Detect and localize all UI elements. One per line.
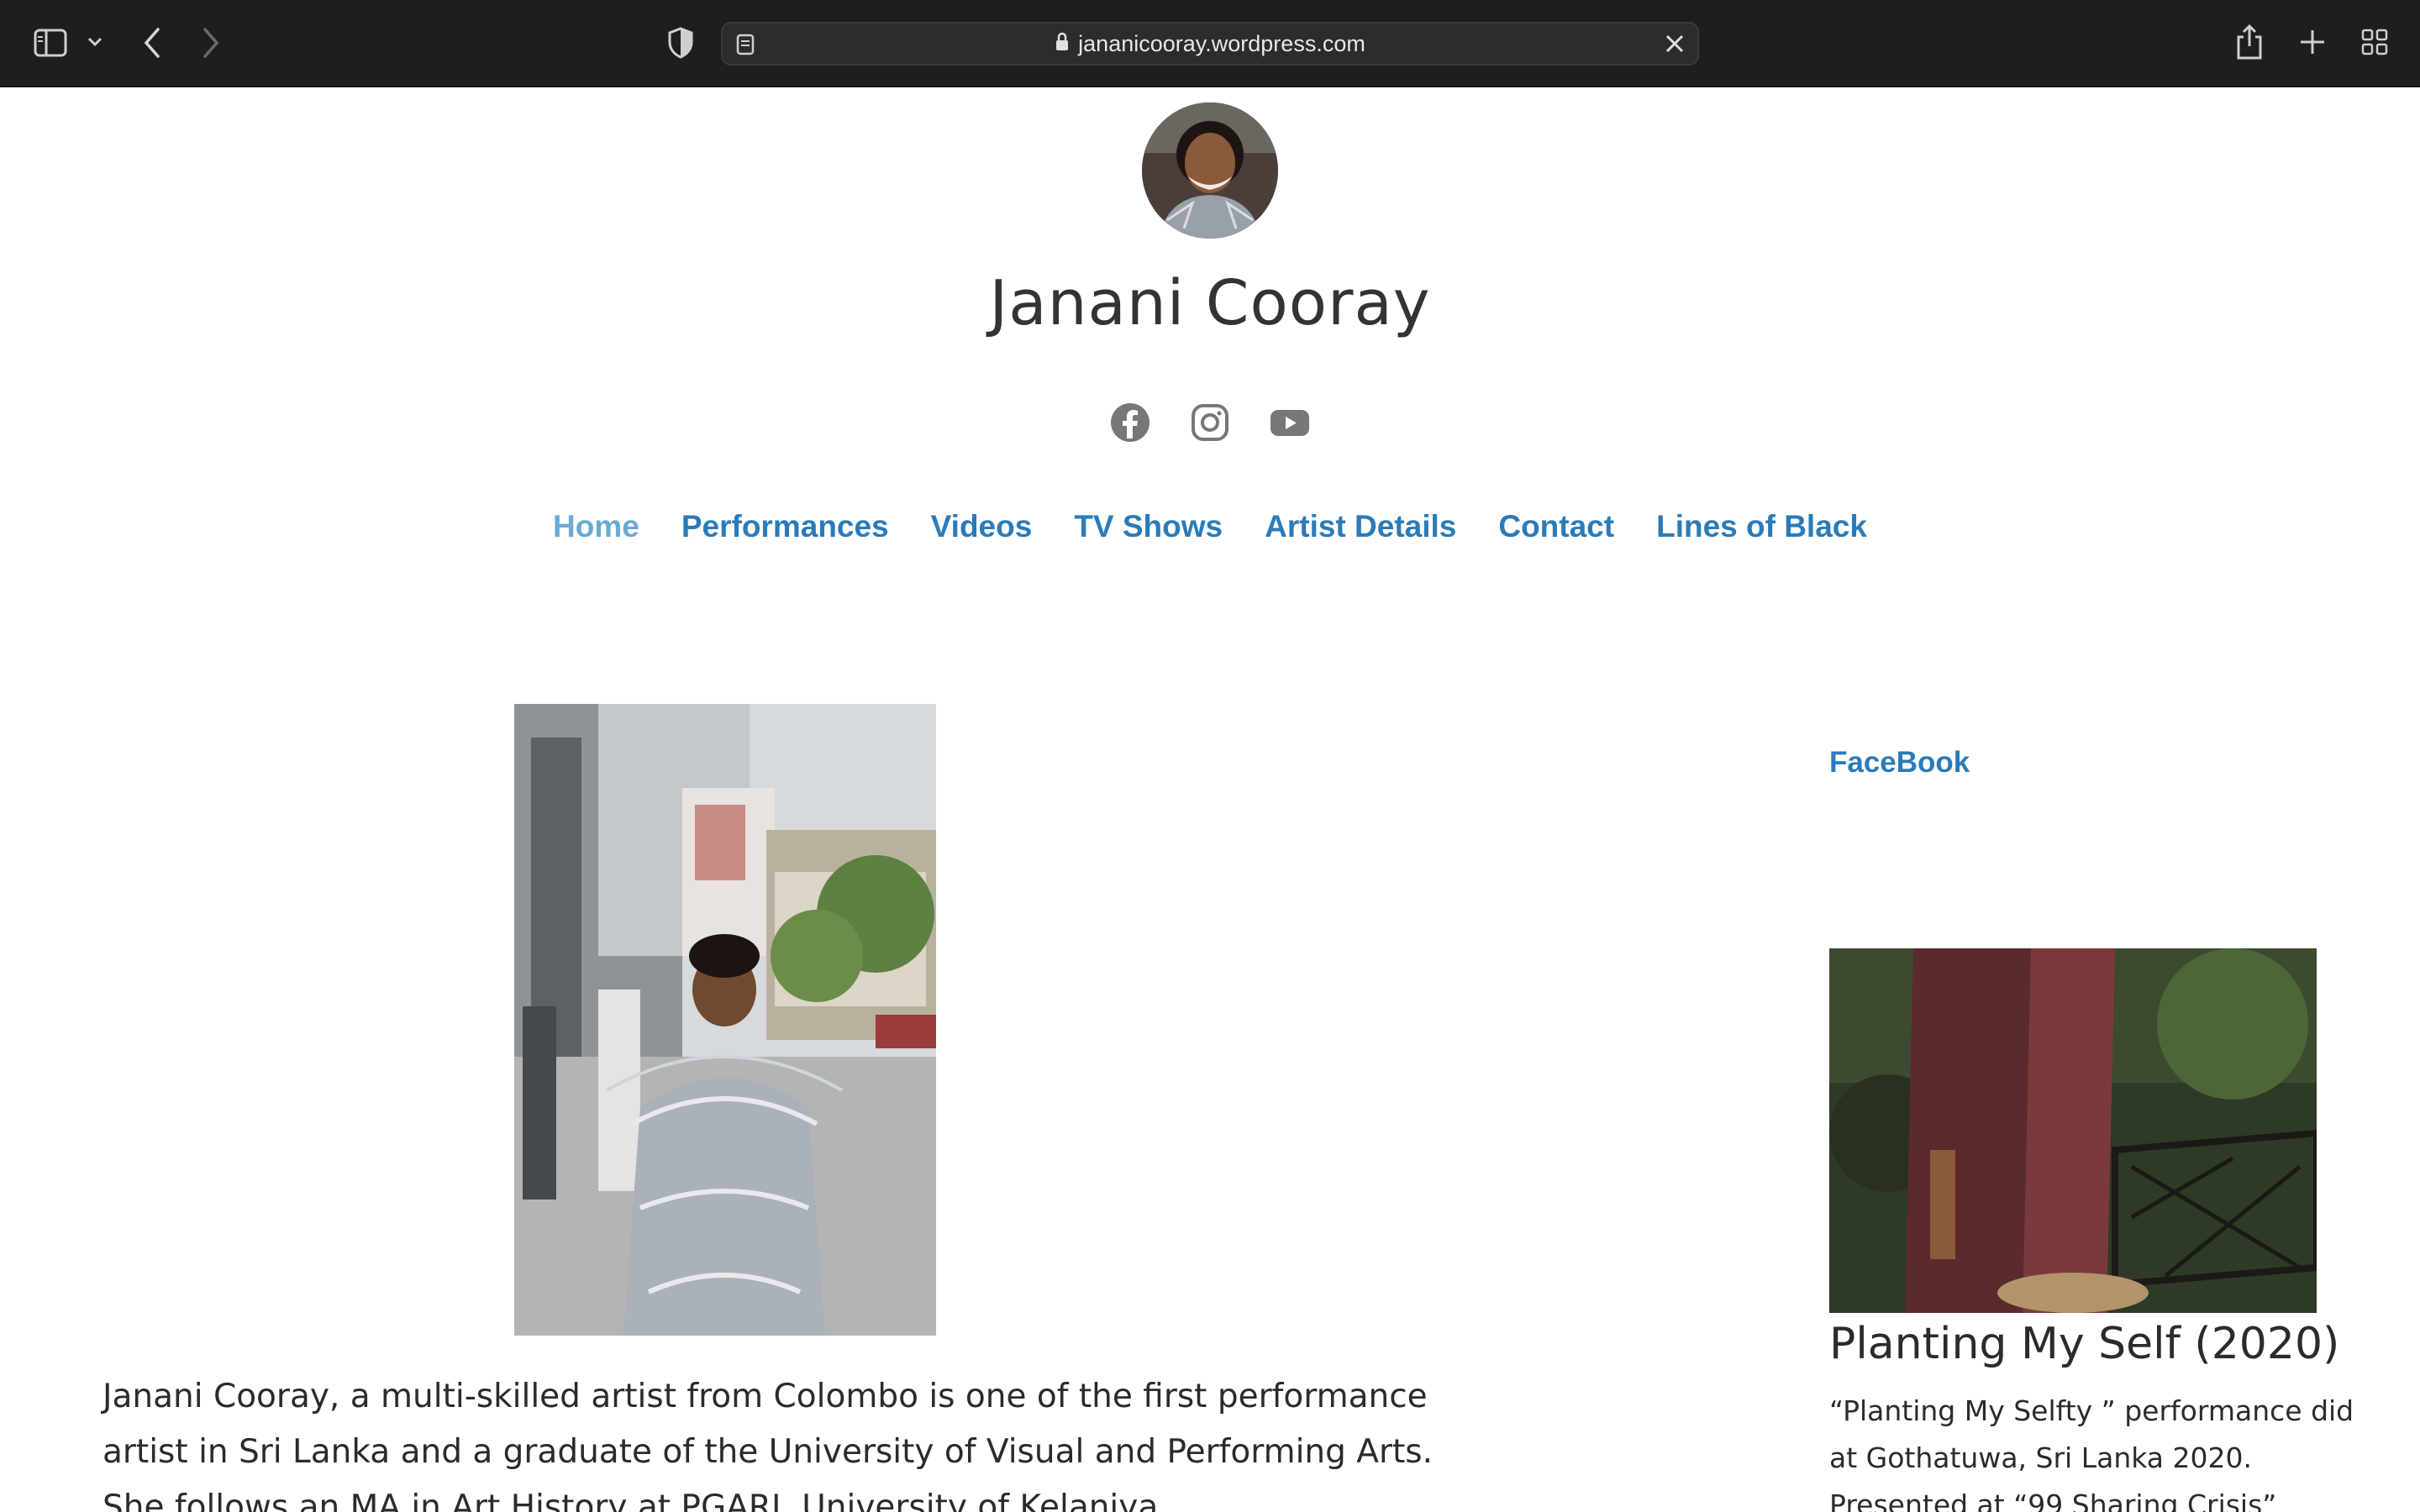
facebook-widget-link[interactable]: FaceBook bbox=[1829, 746, 1970, 780]
post-thumbnail[interactable] bbox=[1829, 948, 2317, 1313]
share-icon[interactable] bbox=[2235, 24, 2264, 60]
nav-item-lines-of-black[interactable]: Lines of Black bbox=[1656, 509, 1867, 544]
instagram-icon[interactable] bbox=[1189, 402, 1231, 444]
address-bar[interactable]: jananicooray.wordpress.com bbox=[721, 22, 1699, 66]
url-text: jananicooray.wordpress.com bbox=[1078, 30, 1365, 56]
tab-overview-icon[interactable] bbox=[2361, 29, 2388, 55]
hero-photo[interactable] bbox=[514, 704, 936, 1336]
nav-item-home[interactable]: Home bbox=[553, 509, 639, 544]
browser-toolbar: jananicooray.wordpress.com bbox=[0, 0, 2420, 87]
site-avatar[interactable] bbox=[1142, 102, 1278, 239]
social-links bbox=[1109, 402, 1311, 444]
nav-item-tv-shows[interactable]: TV Shows bbox=[1074, 509, 1223, 544]
back-icon[interactable] bbox=[143, 27, 161, 59]
post-title[interactable]: Planting My Self (2020) bbox=[1829, 1319, 2339, 1369]
new-tab-icon[interactable] bbox=[2299, 29, 2326, 55]
excerpt-line: Presented at “99 Sharing Crisis” bbox=[1829, 1488, 2277, 1512]
nav-item-performances[interactable]: Performances bbox=[681, 509, 889, 544]
nav-item-videos[interactable]: Videos bbox=[931, 509, 1033, 544]
chevron-down-icon[interactable] bbox=[87, 37, 103, 47]
close-icon[interactable] bbox=[1664, 33, 1686, 59]
intro-line: Janani Cooray, a multi-skilled artist fr… bbox=[103, 1378, 1428, 1415]
site-title[interactable]: Janani Cooray bbox=[0, 267, 2420, 339]
facebook-icon[interactable] bbox=[1109, 402, 1151, 444]
intro-text: Janani Cooray, a multi-skilled artist fr… bbox=[103, 1369, 1434, 1512]
nav-item-artist-details[interactable]: Artist Details bbox=[1265, 509, 1456, 544]
nav-item-contact[interactable]: Contact bbox=[1498, 509, 1614, 544]
privacy-shield-icon[interactable] bbox=[667, 27, 694, 59]
intro-line: artist in Sri Lanka and a graduate of th… bbox=[103, 1433, 1434, 1471]
intro-line: She follows an MA in Art History at PGAR… bbox=[103, 1488, 1169, 1512]
forward-icon[interactable] bbox=[202, 27, 220, 59]
youtube-icon[interactable] bbox=[1269, 402, 1311, 444]
excerpt-line: at Gothatuwa, Sri Lanka 2020. bbox=[1829, 1441, 2252, 1474]
excerpt-line: “Planting My Selfty ” performance did bbox=[1829, 1394, 2354, 1427]
main-navigation: Home Performances Videos TV Shows Artist… bbox=[0, 509, 2420, 544]
sidebar-toggle-icon[interactable] bbox=[34, 29, 67, 57]
post-excerpt: “Planting My Selfty ” performance did at… bbox=[1829, 1388, 2354, 1512]
lock-icon bbox=[1055, 32, 1070, 56]
